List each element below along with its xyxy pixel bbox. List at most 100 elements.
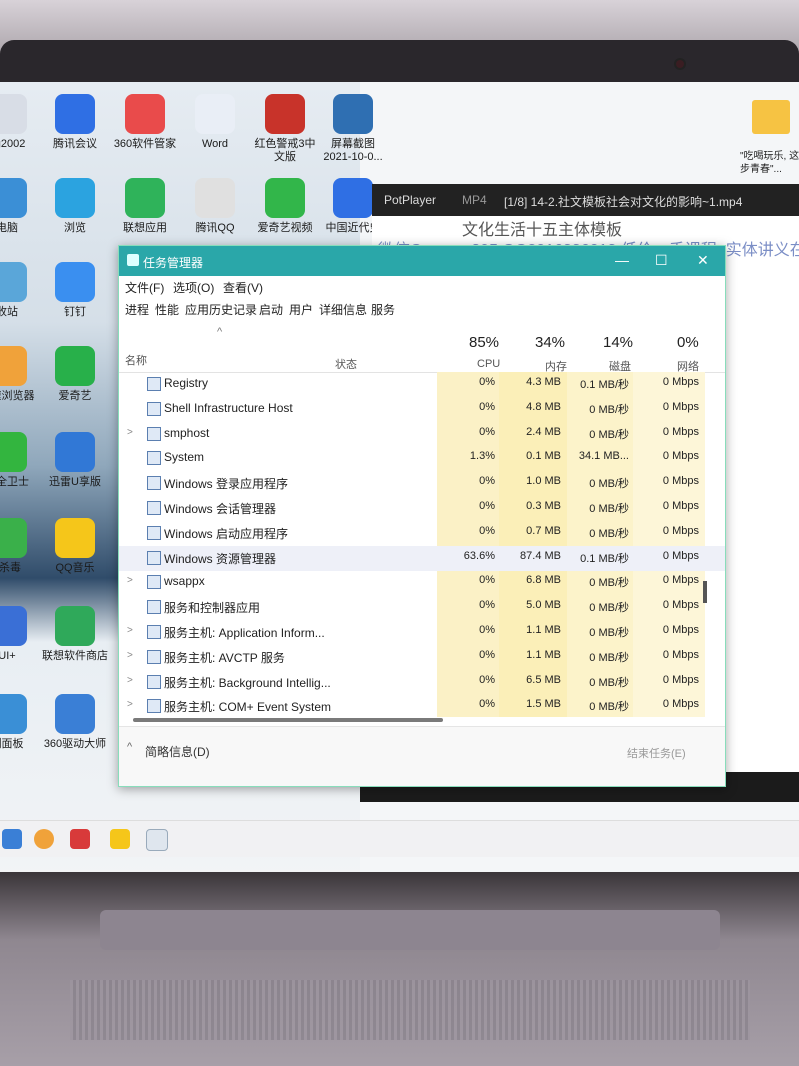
desktop-icon[interactable]: 收站 <box>0 262 42 319</box>
tab-performance[interactable]: 性能 <box>155 301 179 318</box>
app-icon <box>0 178 27 218</box>
desktop-icon[interactable]: 联想软件商店 <box>40 606 110 663</box>
end-task-button[interactable]: 结束任务(E) <box>627 745 686 761</box>
potplayer-titlebar[interactable]: PotPlayer MP4 [1/8] 14-2.社文模板社会对文化的影响~1.… <box>372 184 799 216</box>
app-icon <box>0 694 27 734</box>
camera-icon <box>676 60 684 68</box>
desktop-icon[interactable]: 爱奇艺 <box>40 346 110 403</box>
process-name: Shell Infrastructure Host <box>164 400 293 415</box>
process-cpu: 0% <box>479 376 495 388</box>
desktop-icon[interactable]: 联想应用 <box>110 178 180 235</box>
desktop-icon-label: 红色警戒3中文版 <box>254 138 316 163</box>
desktop-icon[interactable]: 腾讯QQ <box>180 178 250 235</box>
process-row[interactable]: > 服务主机: Background Intellig... 0% 6.5 MB 0 M… <box>119 670 725 695</box>
process-row[interactable]: Windows 登录应用程序 0% 1.0 MB 0 MB/秒 0 Mbps <box>119 471 725 496</box>
menu-options[interactable]: 选项(O) <box>173 279 214 296</box>
potplayer-icon[interactable] <box>110 829 130 849</box>
process-name: 服务和控制器应用 <box>164 601 261 616</box>
window-title: 任务管理器 <box>143 256 204 270</box>
tab-services[interactable]: 服务 <box>371 301 395 318</box>
tab-processes[interactable]: 进程 <box>125 301 149 318</box>
folder-icon[interactable] <box>752 100 790 134</box>
column-cpu[interactable]: CPU <box>477 358 500 370</box>
process-cpu: 0% <box>479 673 495 686</box>
desktop-icon[interactable]: ng2002 <box>0 94 42 151</box>
process-network: 0 Mbps <box>662 400 699 413</box>
process-row[interactable]: > 服务主机: COM+ Event System 0% 1.5 MB 0 MB/秒 0 … <box>119 694 725 719</box>
tab-app-history[interactable]: 应用历史记录 <box>185 301 257 318</box>
desktop-icon[interactable]: 360驱动大师 <box>40 694 110 751</box>
task-manager-taskbar-icon[interactable] <box>146 829 168 851</box>
desktop-icon-label: 360软件管家 <box>113 138 177 150</box>
disk-total[interactable]: 14% <box>603 334 633 351</box>
horizontal-scrollbar[interactable] <box>133 718 443 722</box>
process-memory: 2.4 MB <box>526 425 561 438</box>
wps-icon[interactable] <box>70 829 90 849</box>
desktop-icon[interactable]: QQ音乐 <box>40 518 110 575</box>
desktop-icon[interactable]: 制面板 <box>0 694 42 751</box>
process-row[interactable]: > 服务主机: AVCTP 服务 0% 1.1 MB 0 MB/秒 0 Mbps <box>119 645 725 670</box>
browser-icon[interactable] <box>34 829 54 849</box>
desktop-icon[interactable]: UI+ <box>0 606 42 663</box>
process-row[interactable]: 服务和控制器应用 0% 5.0 MB 0 MB/秒 0 Mbps <box>119 595 725 620</box>
expand-chevron-icon[interactable]: > <box>127 575 133 586</box>
app-icon <box>265 178 305 218</box>
desktop-icon[interactable]: Word <box>180 94 250 151</box>
column-name[interactable]: 名称 <box>125 352 147 368</box>
vertical-scrollbar[interactable] <box>703 581 707 603</box>
tab-startup[interactable]: 启动 <box>259 301 283 318</box>
process-row[interactable]: Windows 启动应用程序 0% 0.7 MB 0 MB/秒 0 Mbps <box>119 521 725 546</box>
desktop-icon[interactable]: 安全卫士 <box>0 432 42 489</box>
minimize-button[interactable]: — <box>615 252 629 268</box>
tab-details[interactable]: 详细信息 <box>319 301 367 318</box>
process-cpu: 63.6% <box>463 549 495 562</box>
process-icon <box>147 525 161 540</box>
process-icon <box>147 550 161 565</box>
process-memory: 0.7 MB <box>526 524 561 537</box>
desktop-icon[interactable]: 电脑 <box>0 178 42 235</box>
start-icon[interactable] <box>2 829 22 849</box>
desktop-icon[interactable]: 腾讯会议 <box>40 94 110 151</box>
expand-chevron-icon[interactable]: > <box>127 625 133 636</box>
process-memory: 6.5 MB <box>526 673 561 686</box>
less-details-button[interactable]: 简略信息(D) <box>145 743 210 760</box>
expand-chevron-icon[interactable]: > <box>127 427 133 438</box>
desktop-icon[interactable]: 钉钉 <box>40 262 110 319</box>
memory-total[interactable]: 34% <box>535 334 565 351</box>
process-row[interactable]: Shell Infrastructure Host 0% 4.8 MB 0 MB/秒 0… <box>119 397 725 422</box>
desktop-icon[interactable]: 红色警戒3中文版 <box>250 94 320 164</box>
desktop-icon[interactable]: 迅雷U享版 <box>40 432 110 489</box>
process-row[interactable]: Windows 会话管理器 0% 0.3 MB 0 MB/秒 0 Mbps <box>119 496 725 521</box>
network-total[interactable]: 0% <box>677 334 699 351</box>
process-row[interactable]: Windows 资源管理器 63.6% 87.4 MB 0.1 MB/秒 0 Mbps <box>119 545 725 571</box>
process-row[interactable]: > 服务主机: Application Inform... 0% 1.1 MB 0 MB… <box>119 620 725 645</box>
menu-view[interactable]: 查看(V) <box>223 279 263 296</box>
task-manager-titlebar[interactable]: 任务管理器 — ☐ ✕ <box>119 246 725 276</box>
column-status[interactable]: 状态 <box>335 356 357 372</box>
process-disk: 0 MB/秒 <box>589 527 629 540</box>
expand-chevron-icon[interactable]: > <box>127 650 133 661</box>
desktop-icon[interactable]: 0杀毒 <box>0 518 42 575</box>
process-row[interactable]: > wsappx 0% 6.8 MB 0 MB/秒 0 Mbps <box>119 570 725 595</box>
desktop-icon[interactable]: 屏幕截图 2021-10-0... <box>318 94 388 164</box>
tab-users[interactable]: 用户 <box>289 301 313 318</box>
desktop-icon[interactable]: 浏览 <box>40 178 110 235</box>
process-disk: 0.1 MB/秒 <box>580 552 629 565</box>
close-button[interactable]: ✕ <box>697 252 709 269</box>
menu-file[interactable]: 文件(F) <box>125 279 164 296</box>
chevron-up-icon[interactable]: ^ <box>127 741 132 753</box>
desktop-icon[interactable]: 极速浏览器 <box>0 346 42 403</box>
desktop-icon[interactable]: 爱奇艺视频 <box>250 178 320 235</box>
process-row[interactable]: System 1.3% 0.1 MB 34.1 MB... 0 Mbps <box>119 446 725 471</box>
process-name: 服务主机: Background Intellig... <box>164 675 331 690</box>
process-row[interactable]: Registry 0% 4.3 MB 0.1 MB/秒 0 Mbps <box>119 372 725 397</box>
desktop-icon[interactable]: 360软件管家 <box>110 94 180 151</box>
desktop-icon-label: 安全卫士 <box>0 476 29 488</box>
expand-chevron-icon[interactable]: > <box>127 699 133 710</box>
expand-chevron-icon[interactable]: > <box>127 675 133 686</box>
maximize-button[interactable]: ☐ <box>655 252 668 269</box>
cpu-total[interactable]: 85% <box>469 334 499 351</box>
process-name: wsappx <box>164 574 205 589</box>
process-row[interactable]: > smphost 0% 2.4 MB 0 MB/秒 0 Mbps <box>119 422 725 447</box>
app-icon <box>55 178 95 218</box>
